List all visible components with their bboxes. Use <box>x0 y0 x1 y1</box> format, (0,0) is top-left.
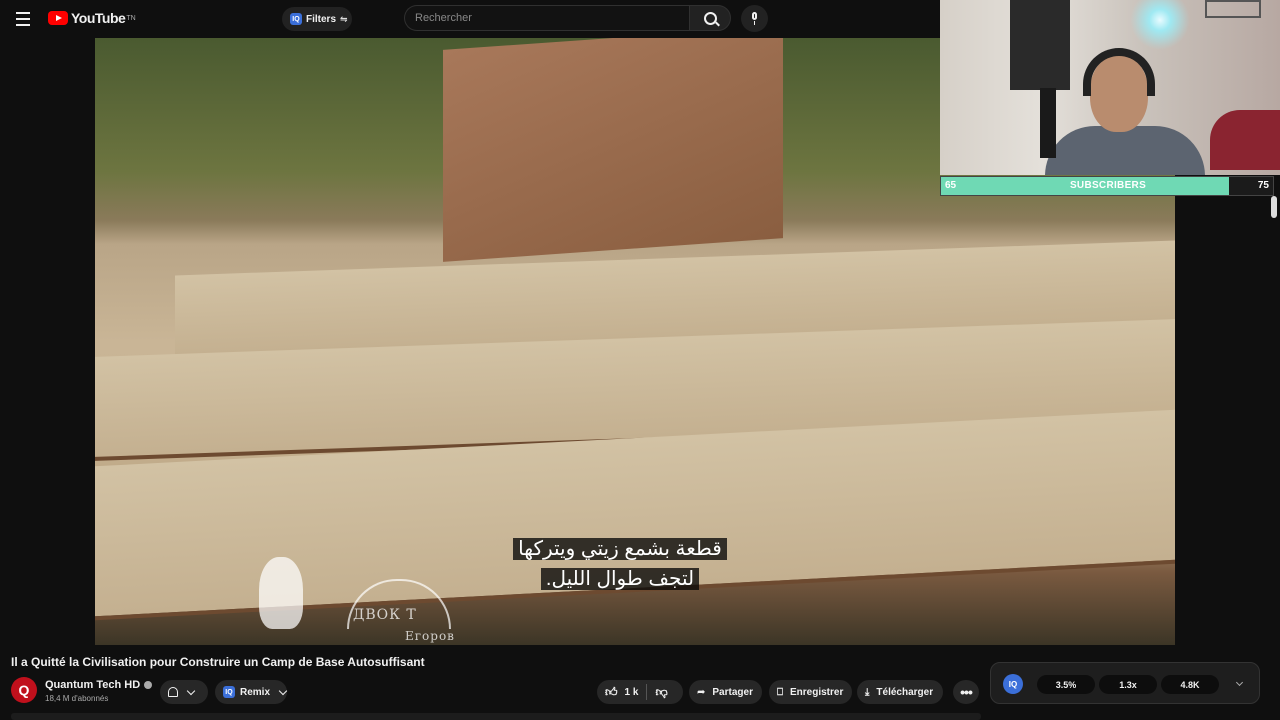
subtitle-line-1: قطعة بشمع زيتي ويتركها <box>513 538 727 560</box>
share-icon: ➦ <box>697 686 706 698</box>
iq-stat: 4.8K <box>1161 675 1219 694</box>
chevron-down-icon <box>186 686 196 695</box>
tune-icon: ⇋ <box>340 13 348 24</box>
video-title: Il a Quitté la Civilisation pour Constru… <box>11 655 425 669</box>
more-icon: ••• <box>960 684 973 700</box>
page-scrollbar[interactable] <box>1271 196 1277 218</box>
iq-stats-panel: IQ 3.5% 1.3x 4.8K <box>990 662 1260 704</box>
download-icon: ⤓ <box>865 686 870 698</box>
search-button[interactable] <box>689 5 731 31</box>
search-icon <box>704 12 717 25</box>
chevron-down-icon <box>278 686 288 695</box>
logo-country-code: TN <box>126 14 136 22</box>
voice-search-button[interactable] <box>741 5 768 32</box>
download-button[interactable]: ⤓ Télécharger <box>857 680 943 704</box>
share-button[interactable]: ➦ Partager <box>689 680 762 704</box>
save-button[interactable]: ⎕ Enregistrer <box>769 680 852 704</box>
watermark-portrait <box>259 557 303 629</box>
bookmark-icon: ⎕ <box>777 686 783 698</box>
channel-name: Quantum Tech HD <box>45 679 141 691</box>
logo-wordmark: YouTube <box>71 10 126 26</box>
video-subtitle: قطعة بشمع زيتي ويتركها لتجف طوال الليل. <box>505 534 735 594</box>
search-input[interactable] <box>405 6 675 30</box>
notification-bell-button[interactable] <box>160 680 208 704</box>
more-actions-button[interactable]: ••• <box>953 680 979 704</box>
thumb-down-icon[interactable]: 👎︎ <box>655 685 667 700</box>
save-label: Enregistrer <box>790 686 844 698</box>
subtitle-line-2: لتجف طوال الليل. <box>540 568 700 590</box>
headphones-icon <box>1083 48 1155 96</box>
video-frame-box <box>443 38 783 262</box>
thumb-up-icon[interactable]: 👍︎ <box>605 685 618 700</box>
channel-avatar[interactable]: Q <box>11 677 37 703</box>
microphone-icon <box>1040 88 1056 158</box>
channel-name-link[interactable]: Quantum Tech HD <box>45 679 153 691</box>
menu-icon[interactable] <box>14 9 34 29</box>
verified-icon <box>144 681 153 690</box>
subscriber-goal-target: 75 <box>1257 180 1269 191</box>
webcam-pillow <box>1210 110 1280 170</box>
webcam-picture-frame <box>1205 0 1261 18</box>
download-label: Télécharger <box>876 686 934 698</box>
iq-stat: 3.5% <box>1037 675 1095 694</box>
youtube-logo[interactable]: YouTube TN <box>48 10 136 26</box>
video-watermark: ДВОК Т Егоров <box>255 553 515 643</box>
webcam-light-icon <box>1130 0 1190 50</box>
video-info: Il a Quitté la Civilisation pour Constru… <box>0 645 1280 720</box>
mic-icon <box>752 12 757 20</box>
webcam-overlay <box>940 0 1280 175</box>
search-box <box>404 5 689 31</box>
bell-icon <box>168 687 178 697</box>
subscriber-count: 18,4 M d'abonnés <box>45 694 109 703</box>
youtube-play-icon <box>48 11 68 25</box>
description-preview[interactable] <box>11 713 981 720</box>
iq-badge-icon: IQ <box>290 13 302 25</box>
remix-label: Remix <box>240 686 271 698</box>
filters-button[interactable]: IQ Filters ⇋ <box>282 7 352 31</box>
iq-stat: 1.3x <box>1099 675 1157 694</box>
watermark-name: Егоров <box>405 629 455 643</box>
share-label: Partager <box>712 686 753 698</box>
iq-badge-icon: IQ <box>223 686 235 698</box>
remix-button[interactable]: IQ Remix <box>215 680 288 704</box>
chevron-down-icon[interactable] <box>1235 678 1244 687</box>
filters-label: Filters <box>306 13 337 25</box>
subscriber-goal-bar: 65 SUBSCRIBERS 75 <box>940 176 1274 196</box>
streamer <box>1035 48 1205 175</box>
like-count[interactable]: 1 k <box>625 687 639 698</box>
subscriber-goal-label: SUBSCRIBERS <box>1069 180 1147 191</box>
like-dislike-group: 👍︎ 1 k 👎︎ <box>597 680 683 704</box>
masthead: YouTube TN IQ Filters ⇋ <box>0 0 940 38</box>
watermark-text: ДВОК Т <box>353 607 417 623</box>
iq-logo-icon[interactable]: IQ <box>1003 674 1023 694</box>
